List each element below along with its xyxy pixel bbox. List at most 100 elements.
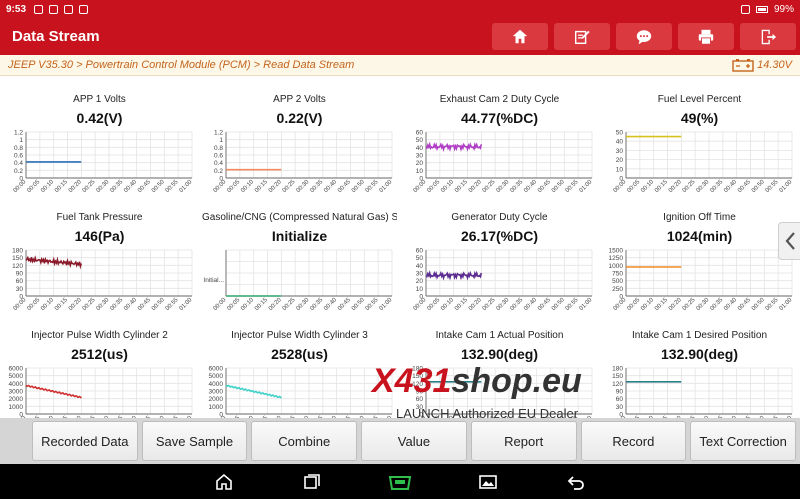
pid-value: 2512(us) <box>71 346 128 362</box>
x-tick-label: 00:00 <box>13 179 28 194</box>
nav-vci-button[interactable] <box>386 470 414 494</box>
x-tick-label: 00:50 <box>751 297 766 312</box>
exit-button[interactable] <box>740 23 796 50</box>
notification-icon <box>79 4 89 14</box>
combine-button[interactable]: Combine <box>251 421 358 461</box>
nav-back-button[interactable] <box>562 470 590 494</box>
y-tick-label: 0.4 <box>14 160 23 167</box>
x-tick-label: 00:45 <box>537 297 552 312</box>
x-tick-label: 01:00 <box>779 297 794 312</box>
pid-value: 132.90(deg) <box>460 346 539 362</box>
pid-name: Intake Cam 1 Actual Position <box>435 330 564 341</box>
edit-button[interactable] <box>554 23 610 50</box>
app-header: Data Stream <box>0 18 800 55</box>
pid-chart: 1.210.80.60.40.2000:0000:0500:1000:1500:… <box>13 130 194 195</box>
x-tick-label: 00:05 <box>626 297 641 312</box>
print-button[interactable] <box>678 23 734 50</box>
y-tick-label: 40 <box>416 263 424 270</box>
x-tick-label: 00:40 <box>323 179 338 194</box>
x-tick-label: 00:05 <box>26 297 41 312</box>
pid-value: 0.42(V) <box>76 110 123 126</box>
x-tick-label: 00:20 <box>468 297 483 312</box>
pid-name: Ignition Off Time <box>663 212 736 223</box>
y-tick-label: 60 <box>416 248 424 255</box>
nav-home-button[interactable] <box>210 470 238 494</box>
pid-value: 132.90(deg) <box>660 346 739 362</box>
y-tick-label: 180 <box>12 248 23 255</box>
text-correction-button[interactable]: Text Correction <box>690 421 796 461</box>
x-tick-label: 01:00 <box>379 297 394 312</box>
x-tick-label: 00:15 <box>654 297 669 312</box>
x-tick-label: 00:55 <box>365 179 380 194</box>
x-tick-label: 00:10 <box>40 179 55 194</box>
x-tick-label: 01:00 <box>579 297 594 312</box>
y-tick-label: 60 <box>416 396 424 403</box>
y-tick-label: 1.2 <box>14 130 23 137</box>
pid-name: Fuel Tank Pressure <box>56 212 143 223</box>
home-icon <box>216 473 232 490</box>
x-tick-label: 00:25 <box>282 179 297 194</box>
y-tick-label: 60 <box>616 396 624 403</box>
x-tick-label: 00:45 <box>137 179 152 194</box>
y-tick-label: 50 <box>416 137 424 144</box>
car-battery-icon <box>732 59 754 72</box>
graph-panel[interactable]: Gasoline/CNG (Compressed Natural Gas) S.… <box>202 204 397 322</box>
graph-panel[interactable]: Fuel Tank Pressure 146(Pa) 180 150 120 90 60… <box>2 204 197 322</box>
feedback-button[interactable] <box>616 23 672 50</box>
pid-value: 44.77(%DC) <box>460 110 539 126</box>
x-tick-label: 00:00 <box>613 179 628 194</box>
x-tick-label: 00:25 <box>282 297 297 312</box>
y-tick-label: 60 <box>16 278 24 285</box>
pid-chart: 605040302010000:0000:0500:1000:1500:2000… <box>413 248 594 313</box>
x-tick-label: 00:50 <box>351 297 366 312</box>
x-tick-label: 00:40 <box>323 297 338 312</box>
y-tick-label: 30 <box>416 271 424 278</box>
value-button[interactable]: Value <box>361 421 467 461</box>
battery-level: 99% <box>773 3 794 15</box>
record-button[interactable]: Record <box>580 421 687 461</box>
wifi-icon <box>740 4 750 14</box>
x-tick-label: 00:30 <box>496 297 511 312</box>
graph-panel[interactable]: Exhaust Cam 2 Duty Cycle 44.77(%DC) 60 50… <box>402 86 597 204</box>
side-panel-toggle[interactable] <box>778 222 800 260</box>
x-tick-label: 00:30 <box>296 179 311 194</box>
graph-panel[interactable]: Fuel Level Percent 49(%) 50 40 30 20 10 0 00:0… <box>602 86 797 204</box>
voltage-indicator: 14.30V <box>732 58 792 72</box>
print-icon <box>698 29 714 45</box>
graph-panel[interactable]: APP 2 Volts 0.22(V) 1.2 1 0.8 0.6 0.4 0.2 0 00:… <box>202 86 397 204</box>
x-tick-label: 00:55 <box>565 179 580 194</box>
x-tick-label: 00:55 <box>365 297 380 312</box>
y-tick-label: 150 <box>412 373 423 380</box>
y-tick-label: 30 <box>416 404 424 411</box>
graph-panel[interactable]: Ignition Off Time 1024(min) 1500 1250 1000… <box>602 204 797 322</box>
report-button[interactable]: Report <box>470 421 577 461</box>
home-button[interactable] <box>492 23 548 50</box>
breadcrumb-path: JEEP V35.30 > Powertrain Control Module … <box>8 59 355 71</box>
nav-recent-button[interactable] <box>298 470 326 494</box>
x-tick-label: 00:15 <box>54 297 69 312</box>
pid-chart: 5040302010000:0000:0500:1000:1500:2000:2… <box>613 130 794 195</box>
y-tick-label: 30 <box>16 286 24 293</box>
pid-name: Exhaust Cam 2 Duty Cycle <box>439 94 560 105</box>
graph-panel[interactable]: Generator Duty Cycle 26.17(%DC) 60 50 40 30… <box>402 204 597 322</box>
system-navbar <box>0 464 800 499</box>
pid-chart: 1.210.80.60.40.2000:0000:0500:1000:1500:… <box>213 130 394 195</box>
y-tick-label: 180 <box>412 366 423 373</box>
nav-gallery-button[interactable] <box>474 470 502 494</box>
recorded-data-button[interactable]: Recorded Data <box>31 421 138 461</box>
save-sample-button[interactable]: Save Sample <box>141 421 248 461</box>
y-tick-label: 120 <box>612 381 623 388</box>
x-tick-label: 00:50 <box>751 179 766 194</box>
x-tick-label: 00:55 <box>165 179 180 194</box>
feedback-icon <box>636 29 652 44</box>
x-tick-label: 00:45 <box>737 179 752 194</box>
y-tick-label: 1000 <box>209 404 224 411</box>
y-tick-label: 90 <box>16 271 24 278</box>
graph-panel[interactable]: APP 1 Volts 0.42(V) 1.2 1 0.8 0.6 0.4 0.2 0 00:… <box>2 86 197 204</box>
y-state-label: Initial... <box>203 277 224 284</box>
x-tick-label: 00:10 <box>440 179 455 194</box>
pid-value: Initialize <box>271 228 328 244</box>
x-tick-label: 00:45 <box>737 297 752 312</box>
y-tick-label: 40 <box>416 145 424 152</box>
data-stream-graphs: APP 1 Volts 0.42(V) 1.2 1 0.8 0.6 0.4 0.2 0 00:… <box>0 86 794 430</box>
